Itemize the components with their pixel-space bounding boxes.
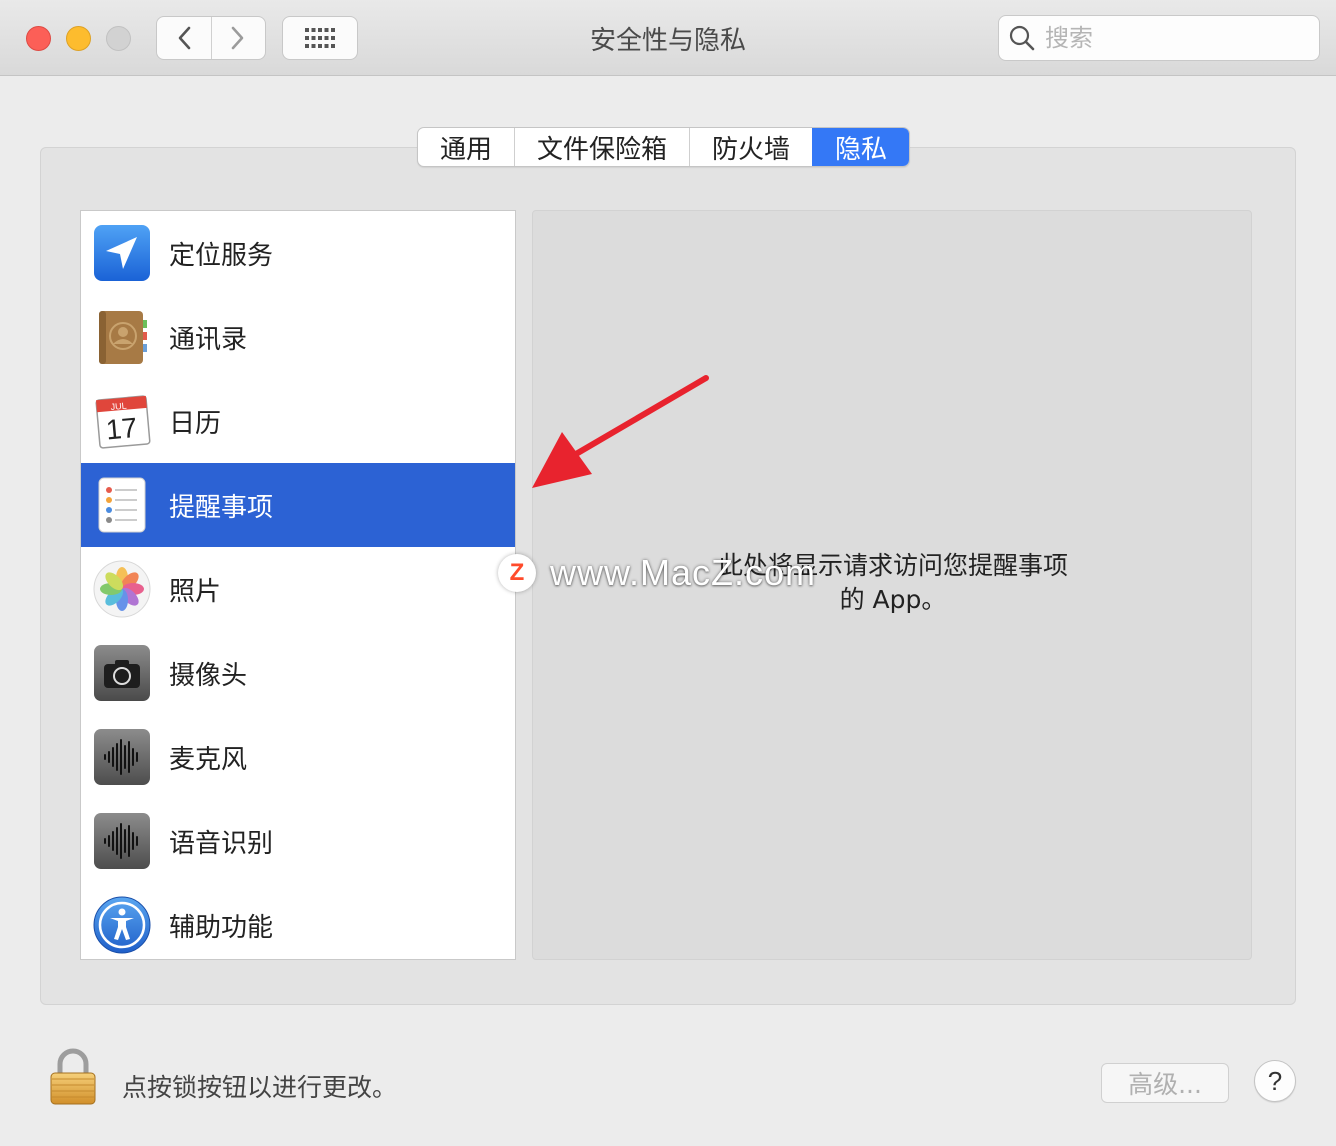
empty-state-line-2: 的 App。 [839, 585, 947, 614]
list-item-camera[interactable]: 摄像头 [81, 631, 515, 715]
lock-icon[interactable] [48, 1048, 98, 1106]
list-item-label: 辅助功能 [169, 912, 274, 943]
accessibility-icon [93, 896, 151, 954]
tab-privacy[interactable]: 隐私 [812, 128, 910, 166]
back-button[interactable] [157, 17, 211, 59]
search-field[interactable] [998, 15, 1320, 61]
empty-state-message: 此处将显示请求访问您提醒事项 的 App。 [693, 549, 1093, 617]
list-item-microphone[interactable]: 麦克风 [81, 715, 515, 799]
list-item-label: 麦克风 [169, 744, 248, 775]
tab-bar: 通用 文件保险箱 防火墙 隐私 [417, 127, 911, 167]
list-item-label: 语音识别 [169, 828, 274, 859]
location-arrow-icon [94, 225, 150, 281]
empty-state-line-1: 此处将显示请求访问您提醒事项 [717, 551, 1068, 580]
app-access-list-panel: 此处将显示请求访问您提醒事项 的 App。 [532, 210, 1252, 960]
list-item-contacts[interactable]: 通讯录 [81, 295, 515, 379]
list-item-location-services[interactable]: 定位服务 [81, 211, 515, 295]
list-item-photos[interactable]: 照片 [81, 547, 515, 631]
speech-waveform-icon [94, 813, 150, 869]
list-item-accessibility[interactable]: 辅助功能 [81, 883, 515, 959]
reminders-icon [98, 477, 146, 533]
calendar-icon: JUL 17 [95, 395, 151, 449]
camera-icon [94, 645, 150, 701]
photos-icon [93, 560, 151, 618]
list-item-label: 通讯录 [169, 324, 248, 355]
list-item-label: 日历 [169, 408, 222, 439]
advanced-button[interactable]: 高级... [1101, 1063, 1229, 1103]
zoom-window-button[interactable] [106, 26, 131, 51]
title-bar: 安全性与隐私 [0, 0, 1336, 76]
list-item-calendar[interactable]: JUL 17 日历 [81, 379, 515, 463]
list-item-reminders[interactable]: 提醒事项 [81, 463, 515, 547]
tab-general[interactable]: 通用 [418, 128, 514, 166]
window-title: 安全性与隐私 [589, 26, 746, 56]
list-item-label: 摄像头 [169, 660, 248, 691]
microphone-waveform-icon [94, 729, 150, 785]
tab-firewall[interactable]: 防火墙 [689, 128, 812, 166]
lock-hint-text: 点按锁按钮以进行更改。 [122, 1073, 398, 1102]
chevron-right-icon [231, 26, 244, 50]
list-item-label: 定位服务 [169, 240, 274, 271]
list-item-speech-recognition[interactable]: 语音识别 [81, 799, 515, 883]
forward-button[interactable] [210, 17, 266, 59]
calendar-month-text: JUL [110, 401, 127, 412]
contacts-book-icon [99, 311, 147, 364]
privacy-category-list[interactable]: 定位服务 通讯录 JUL 17 日历 提醒事项 照片 摄像头 麦克风 语音识别 … [80, 210, 516, 960]
help-button[interactable]: ? [1254, 1060, 1296, 1102]
chevron-left-icon [178, 26, 191, 50]
minimize-window-button[interactable] [66, 26, 91, 51]
show-all-button[interactable] [282, 16, 358, 60]
search-icon [1009, 25, 1035, 51]
calendar-day-text: 17 [105, 412, 139, 446]
navigation-buttons [156, 16, 266, 60]
search-input[interactable] [1045, 24, 1305, 52]
list-item-label: 提醒事项 [169, 492, 274, 523]
close-window-button[interactable] [26, 26, 51, 51]
grid-icon [305, 28, 335, 48]
tab-filevault[interactable]: 文件保险箱 [514, 128, 689, 166]
list-item-label: 照片 [169, 576, 222, 607]
